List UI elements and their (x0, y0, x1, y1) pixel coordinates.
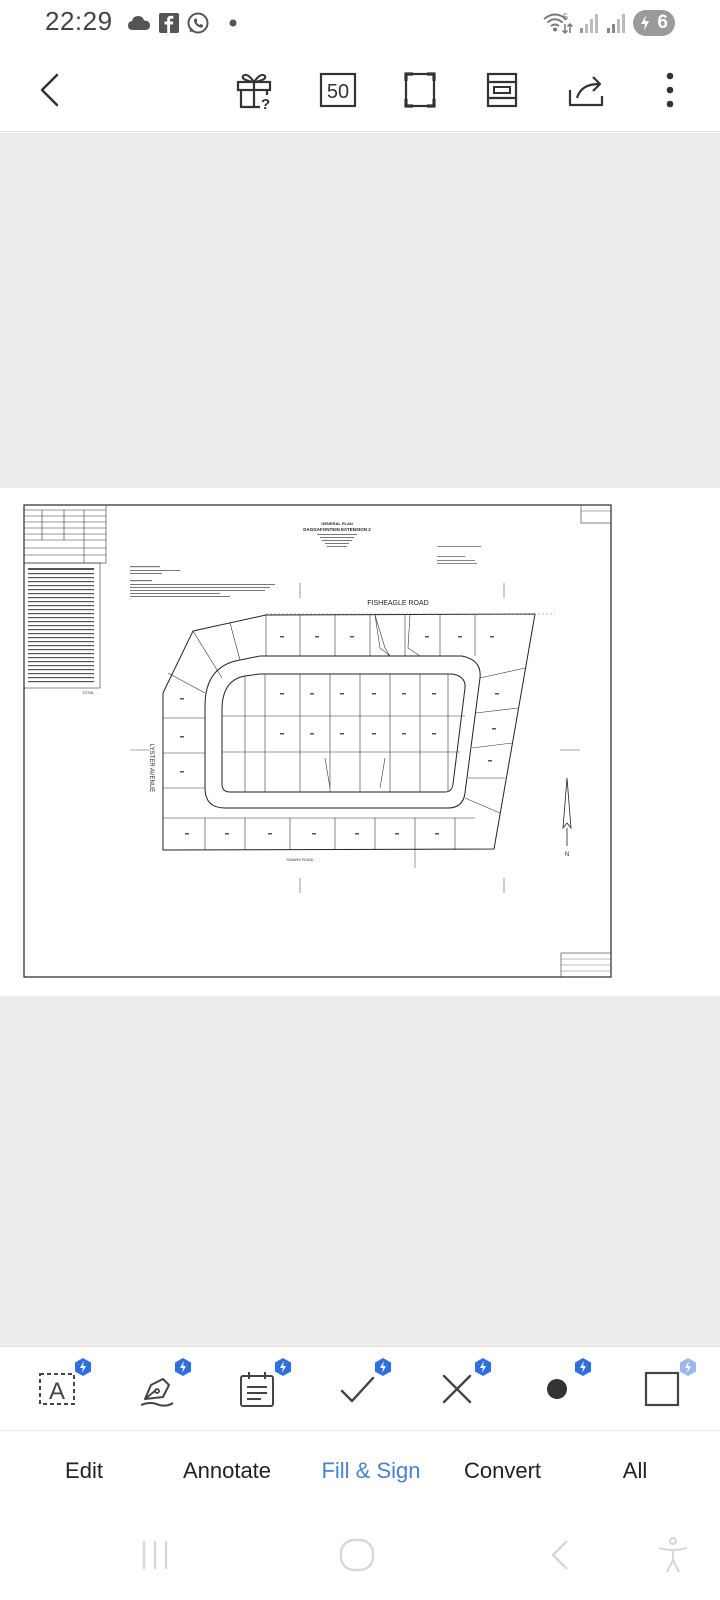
top-toolbar: ? 50 (0, 48, 720, 132)
zoom-icon[interactable]: 50 (316, 68, 360, 112)
cloud-icon (126, 10, 152, 36)
svg-text:5: 5 (563, 12, 568, 22)
premium-badge-icon (175, 1358, 191, 1376)
share-icon[interactable] (565, 68, 609, 112)
tab-fill-sign[interactable]: Fill & Sign (304, 1431, 438, 1511)
battery-level: 6 (657, 12, 668, 33)
bottom-tool-row: A (0, 1346, 720, 1430)
status-time: 22:29 (45, 6, 113, 36)
signal-icon-1 (578, 10, 600, 36)
facebook-icon (158, 10, 180, 36)
rectangle-icon[interactable] (638, 1358, 696, 1413)
annotate-pen-icon[interactable] (133, 1358, 191, 1413)
svg-text:LYSTER AVENUE: LYSTER AVENUE (148, 744, 154, 792)
tab-annotate[interactable]: Annotate (162, 1431, 292, 1511)
svg-text:FISHEAGLE ROAD: FISHEAGLE ROAD (367, 600, 428, 607)
accessibility-icon[interactable] (648, 1535, 698, 1575)
fullscreen-icon[interactable] (398, 68, 442, 112)
wifi-icon: 5 (543, 10, 573, 36)
bottom-tab-bar: Edit Annotate Fill & Sign Convert All (0, 1430, 720, 1510)
checkmark-icon[interactable] (333, 1358, 391, 1413)
dot-icon[interactable] (533, 1358, 591, 1413)
back-icon[interactable] (28, 68, 72, 112)
document-viewer[interactable]: TOTAL GENERAL PLAN DAGGAFONTEIN EXTENSIO… (0, 133, 720, 1346)
svg-text:N: N (565, 852, 569, 858)
system-nav-bar (0, 1510, 720, 1600)
premium-badge-icon (475, 1358, 491, 1376)
premium-badge-icon (275, 1358, 291, 1376)
recent-apps-icon[interactable] (130, 1535, 180, 1575)
more-icon[interactable] (648, 68, 692, 112)
premium-badge-icon (680, 1358, 696, 1376)
status-bar: 22:29 5 6 (0, 0, 720, 48)
site-plan-drawing: TOTAL GENERAL PLAN DAGGAFONTEIN EXTENSIO… (23, 504, 612, 978)
charging-icon (641, 15, 649, 31)
tab-all[interactable]: All (585, 1431, 685, 1511)
tab-convert[interactable]: Convert (445, 1431, 560, 1511)
svg-text:?: ? (261, 96, 270, 110)
signal-icon-2 (605, 10, 627, 36)
page-layout-icon[interactable] (480, 68, 524, 112)
premium-badge-icon (375, 1358, 391, 1376)
svg-text:GENERAL PLAN: GENERAL PLAN (321, 521, 353, 526)
svg-text:SWANS ROAD: SWANS ROAD (286, 857, 313, 862)
tab-edit[interactable]: Edit (34, 1431, 134, 1511)
cross-icon[interactable] (433, 1358, 491, 1413)
dot-icon (228, 10, 238, 36)
svg-text:TOTAL: TOTAL (82, 690, 95, 695)
battery-indicator: 6 (633, 10, 675, 36)
svg-text:A: A (49, 1378, 65, 1405)
premium-badge-icon (575, 1358, 591, 1376)
fill-form-icon[interactable] (233, 1358, 291, 1413)
back-nav-icon[interactable] (535, 1535, 585, 1575)
edit-text-icon[interactable]: A (33, 1358, 91, 1413)
premium-badge-icon (75, 1358, 91, 1376)
svg-text:50: 50 (327, 81, 349, 103)
home-icon[interactable] (332, 1535, 382, 1575)
svg-text:DAGGAFONTEIN EXTENSION 2: DAGGAFONTEIN EXTENSION 2 (303, 527, 371, 532)
gift-help-icon[interactable]: ? (233, 68, 277, 112)
document-page[interactable]: TOTAL GENERAL PLAN DAGGAFONTEIN EXTENSIO… (0, 488, 720, 996)
whatsapp-icon (186, 10, 210, 36)
